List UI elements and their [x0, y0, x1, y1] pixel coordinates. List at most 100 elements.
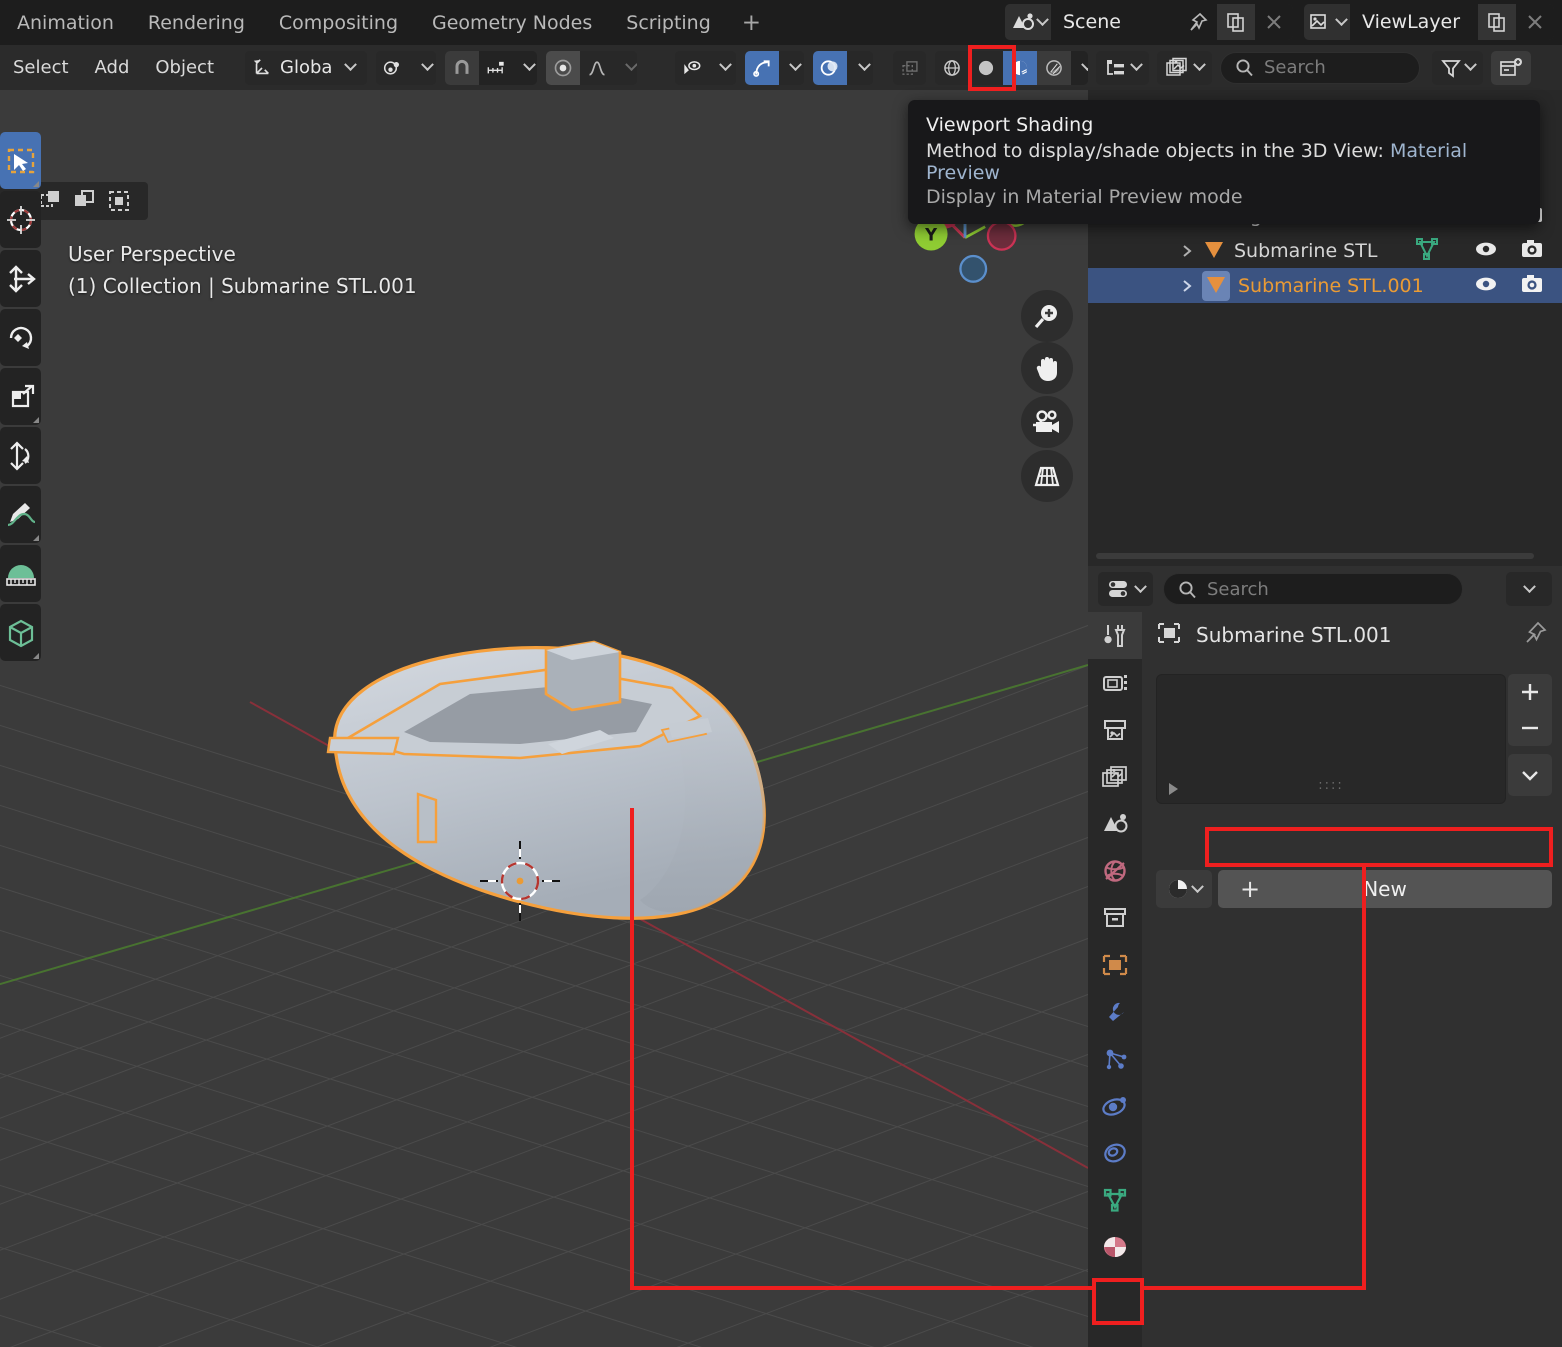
funnel-filter-icon[interactable] — [1432, 50, 1483, 85]
shading-mode-group[interactable] — [934, 50, 1089, 85]
outliner-horizontal-scrollbar[interactable] — [1096, 553, 1534, 559]
pan-view-icon[interactable] — [1021, 342, 1073, 394]
workspace-tab-scripting[interactable]: Scripting — [609, 0, 728, 45]
proportional-edit-group[interactable] — [546, 50, 637, 85]
chevron-right-icon[interactable] — [1172, 244, 1202, 258]
menu-object[interactable]: Object — [142, 45, 227, 90]
properties-options-dropdown[interactable] — [1506, 572, 1552, 606]
wireframe-shading-icon[interactable] — [934, 50, 969, 85]
workspace-tab-animation[interactable]: Animation — [0, 0, 131, 45]
chevron-down-icon[interactable] — [333, 50, 368, 85]
play-triangle-icon[interactable] — [1169, 783, 1178, 795]
tool-properties-tab[interactable] — [1088, 612, 1142, 659]
chevron-down-icon[interactable] — [614, 50, 637, 85]
scene-properties-tab[interactable] — [1088, 800, 1142, 847]
material-slot-specials-button[interactable] — [1508, 754, 1552, 796]
solid-shading-icon[interactable] — [968, 50, 1003, 85]
pin-icon[interactable] — [1524, 621, 1548, 649]
view-layer-properties-tab[interactable] — [1088, 753, 1142, 800]
gizmo-icon[interactable] — [744, 50, 779, 85]
grip-dots-icon[interactable]: :::: — [1318, 778, 1344, 793]
close-icon[interactable] — [1255, 4, 1293, 40]
remove-material-slot-button[interactable] — [1508, 710, 1552, 746]
chevron-down-icon[interactable] — [1070, 50, 1089, 85]
chevron-down-icon[interactable] — [410, 50, 436, 85]
eye-icon[interactable] — [1474, 240, 1498, 262]
view-layer-datablock[interactable]: ViewLayer — [1304, 4, 1554, 40]
transform-orientation-group[interactable]: Global — [245, 50, 368, 85]
particle-properties-tab[interactable] — [1088, 1035, 1142, 1082]
mesh-data-icon[interactable] — [1415, 237, 1439, 264]
constraint-properties-tab[interactable] — [1088, 1129, 1142, 1176]
rotate-tool[interactable] — [0, 309, 41, 366]
material-slot-list[interactable]: :::: — [1156, 674, 1506, 804]
zoom-view-icon[interactable] — [1021, 290, 1073, 342]
viewport-nav-buttons[interactable] — [1021, 290, 1073, 504]
overlays-icon[interactable] — [813, 50, 848, 85]
tool-shelf[interactable] — [0, 132, 41, 663]
move-tool[interactable] — [0, 250, 41, 307]
eye-icon[interactable] — [1474, 275, 1498, 297]
workspace-tab-compositing[interactable]: Compositing — [262, 0, 415, 45]
material-datablock-row[interactable]: + New — [1156, 870, 1552, 908]
add-material-slot-button[interactable] — [1508, 674, 1552, 710]
menu-select[interactable]: Select — [0, 45, 82, 90]
physics-properties-tab[interactable] — [1088, 1082, 1142, 1129]
material-slot-buttons[interactable] — [1508, 674, 1552, 796]
chevron-down-icon[interactable] — [708, 50, 736, 85]
snap-increment-icon[interactable] — [478, 50, 513, 85]
scene-name-field[interactable]: Scene — [1051, 4, 1179, 40]
chevron-down-icon[interactable] — [778, 50, 805, 85]
material-browse-icon[interactable] — [1156, 870, 1212, 908]
toggle-perspective-icon[interactable] — [1021, 450, 1073, 502]
outliner-row-submarine-stl-001[interactable]: Submarine STL.001 — [1088, 268, 1562, 303]
magnet-icon[interactable] — [444, 50, 479, 85]
view-layer-name-field[interactable]: ViewLayer — [1350, 4, 1478, 40]
visibility-eye-icon[interactable] — [674, 50, 709, 85]
measure-tool[interactable] — [0, 545, 41, 602]
world-properties-tab[interactable] — [1088, 847, 1142, 894]
new-material-button[interactable]: + New — [1218, 870, 1552, 908]
scale-tool[interactable] — [0, 368, 41, 425]
visibility-group[interactable] — [674, 50, 736, 85]
camera-icon[interactable] — [1520, 274, 1544, 298]
new-collection-icon[interactable] — [1491, 50, 1531, 85]
chevron-down-icon[interactable] — [847, 50, 873, 85]
pivot-point-group[interactable] — [376, 50, 436, 85]
output-properties-tab[interactable] — [1088, 706, 1142, 753]
view-layer-icon[interactable] — [1304, 4, 1350, 40]
pin-icon[interactable] — [1179, 4, 1217, 40]
properties-tab-column[interactable] — [1088, 612, 1142, 1347]
duplicate-icon[interactable] — [1478, 4, 1516, 40]
scene-datablock[interactable]: Scene — [1005, 4, 1293, 40]
xray-toggle-icon[interactable] — [892, 50, 926, 85]
falloff-curve-icon[interactable] — [580, 50, 615, 85]
outliner-search-input[interactable]: Search — [1220, 51, 1420, 84]
cursor-tool[interactable] — [0, 191, 41, 248]
snapping-group[interactable] — [444, 50, 538, 85]
outliner-row-submarine-stl[interactable]: Submarine STL — [1088, 233, 1562, 268]
workspace-tab-geometry-nodes[interactable]: Geometry Nodes — [415, 0, 609, 45]
properties-search-input[interactable]: Search — [1163, 573, 1463, 605]
material-properties-tab[interactable] — [1088, 1223, 1142, 1270]
annotate-tool[interactable] — [0, 486, 41, 543]
chevron-right-icon[interactable] — [1172, 279, 1202, 293]
outliner-display-mode-icon[interactable] — [1096, 50, 1149, 85]
properties-editor[interactable]: Search Submarine STL.001:::: + New — [1088, 566, 1562, 1347]
xray-group[interactable] — [892, 50, 926, 85]
pivot-point-icon[interactable] — [376, 50, 411, 85]
filter-id-type-icon[interactable] — [1157, 50, 1212, 85]
scene-icon[interactable] — [1005, 4, 1051, 40]
chevron-down-icon[interactable] — [512, 50, 538, 85]
menu-add[interactable]: Add — [82, 45, 143, 90]
workspace-tab-rendering[interactable]: Rendering — [131, 0, 262, 45]
modifier-properties-tab[interactable] — [1088, 988, 1142, 1035]
camera-icon[interactable] — [1520, 239, 1544, 263]
close-icon[interactable] — [1516, 4, 1554, 40]
select-subtract-icon[interactable] — [68, 184, 102, 218]
transform-tool[interactable] — [0, 427, 41, 484]
camera-view-icon[interactable] — [1021, 396, 1073, 448]
object-data-properties-tab[interactable] — [1088, 1176, 1142, 1223]
material-preview-shading-icon[interactable] — [1002, 50, 1037, 85]
add-workspace-button[interactable]: + — [728, 0, 775, 45]
